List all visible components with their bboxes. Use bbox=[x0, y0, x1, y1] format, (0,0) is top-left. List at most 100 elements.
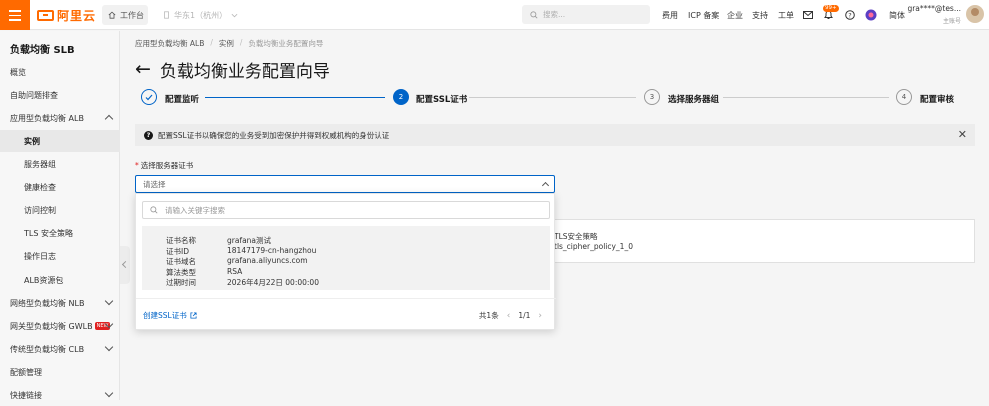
global-search-input[interactable]: 搜索... bbox=[522, 5, 650, 24]
breadcrumb-current: 负载均衡业务配置向导 bbox=[248, 39, 324, 48]
back-arrow-icon[interactable]: ← bbox=[135, 60, 151, 79]
close-icon[interactable]: ✕ bbox=[958, 128, 967, 141]
sidebar-item-instances[interactable]: 实例 bbox=[0, 130, 120, 152]
nav-support[interactable]: 支持 bbox=[752, 0, 768, 30]
notification-badge: 99+ bbox=[823, 5, 839, 12]
chevron-down-icon bbox=[231, 13, 238, 17]
nav-billing[interactable]: 费用 bbox=[662, 0, 678, 30]
menu-icon[interactable] bbox=[0, 0, 30, 30]
dropdown-search-input[interactable]: 请输入关键字搜索 bbox=[142, 201, 550, 219]
cert-select[interactable]: 请选择 bbox=[135, 175, 555, 193]
step-2-number: 2 bbox=[393, 89, 409, 105]
chevron-down-icon bbox=[104, 296, 114, 306]
sidebar-item-quota[interactable]: 配额管理 bbox=[0, 361, 120, 383]
sidebar-item-overview[interactable]: 概览 bbox=[0, 61, 120, 83]
step-connector bbox=[723, 97, 889, 98]
sidebar-item-alb-package[interactable]: ALB资源包 bbox=[0, 269, 120, 291]
user-role: 主账号 bbox=[942, 18, 961, 25]
sidebar-item-gwlb[interactable]: 网关型负载均衡 GWLB NEW bbox=[0, 315, 120, 337]
required-marker: * bbox=[135, 161, 139, 170]
cert-option[interactable]: 证书名称 grafana测试 证书ID 18147179-cn-hangzhou 证… bbox=[142, 226, 550, 290]
search-icon bbox=[530, 10, 538, 18]
location-icon bbox=[164, 11, 169, 19]
breadcrumb-separator: / bbox=[210, 38, 213, 47]
step-1-check-icon bbox=[141, 89, 157, 105]
wizard-steps: 配置监听 2 配置SSL证书 3 选择服务器组 4 配置审核 bbox=[141, 89, 955, 106]
tls-policy-value: tls_cipher_policy_1_0 bbox=[554, 242, 633, 251]
cert-dropdown: 请输入关键字搜索 证书名称 grafana测试 证书ID 18147179-cn-h… bbox=[135, 193, 556, 331]
help-icon[interactable]: ? bbox=[845, 0, 855, 30]
ai-assistant-icon[interactable] bbox=[865, 0, 877, 30]
logo-mark-icon bbox=[37, 9, 54, 21]
language-switch[interactable]: 简体 bbox=[889, 0, 905, 30]
cert-field-label: * 选择服务器证书 bbox=[135, 161, 194, 170]
breadcrumb-alb[interactable]: 应用型负载均衡 ALB bbox=[135, 38, 204, 49]
breadcrumb-instances[interactable]: 实例 bbox=[219, 38, 234, 49]
home-icon bbox=[108, 11, 116, 19]
sidebar-collapse-handle[interactable] bbox=[120, 246, 130, 284]
nav-icp[interactable]: ICP 备案 bbox=[688, 0, 719, 30]
step-4-number: 4 bbox=[896, 89, 912, 105]
page-indicator: 1/1 bbox=[518, 311, 531, 320]
user-menu[interactable]: gra****@tes... 主账号 bbox=[907, 4, 961, 25]
breadcrumb-separator: / bbox=[239, 38, 243, 47]
aliyun-logo[interactable]: 阿里云 bbox=[37, 7, 96, 23]
top-bar: 阿里云 工作台 华东1（杭州） 搜索... 费用 ICP 备案 企业 支持 工单… bbox=[0, 0, 989, 30]
sidebar-title: 负载均衡 SLB bbox=[10, 45, 75, 56]
dropdown-search-placeholder: 请输入关键字搜索 bbox=[165, 205, 225, 215]
step-4-label: 配置审核 bbox=[920, 95, 955, 105]
sidebar-item-health-check[interactable]: 健康检查 bbox=[0, 176, 120, 198]
external-link-icon bbox=[190, 312, 197, 319]
breadcrumb: 应用型负载均衡 ALB / 实例 / 负载均衡业务配置向导 bbox=[135, 38, 323, 49]
svg-text:?: ? bbox=[848, 11, 851, 19]
sidebar-item-nlb[interactable]: 网络型负载均衡 NLB bbox=[0, 292, 120, 314]
prev-page-icon[interactable]: ‹ bbox=[507, 311, 511, 321]
next-page-icon[interactable]: › bbox=[538, 311, 542, 321]
sidebar-item-tls-policy[interactable]: TLS 安全策略 bbox=[0, 222, 120, 244]
step-connector bbox=[469, 97, 636, 98]
nav-ticket[interactable]: 工单 bbox=[778, 0, 794, 30]
sidebar-item-self-troubleshoot[interactable]: 自助问题排查 bbox=[0, 84, 120, 106]
pagination: 共1条 ‹ 1/1 › bbox=[479, 310, 542, 321]
workbench-label: 工作台 bbox=[120, 10, 144, 20]
info-alert: ? 配置SSL证书以确保您的业务受到加密保护并得到权威机构的身份认证 ✕ bbox=[135, 124, 975, 146]
sidebar-item-clb[interactable]: 传统型负载均衡 CLB bbox=[0, 338, 120, 360]
cert-name-row: 证书名称 grafana测试 bbox=[166, 236, 272, 245]
alert-text: 配置SSL证书以确保您的业务受到加密保护并得到权威机构的身份认证 bbox=[158, 130, 390, 140]
step-2-label: 配置SSL证书 bbox=[416, 95, 468, 105]
cert-domain-row: 证书域名 grafana.aliyuncs.com bbox=[166, 256, 308, 266]
cert-select-placeholder: 请选择 bbox=[143, 179, 166, 189]
sidebar-item-operation-log[interactable]: 操作日志 bbox=[0, 245, 120, 267]
step-3-label: 选择服务器组 bbox=[668, 95, 720, 105]
search-icon bbox=[150, 206, 158, 214]
workbench-button[interactable]: 工作台 bbox=[102, 5, 148, 25]
user-name: gra****@tes... bbox=[907, 4, 961, 13]
total-count: 共1条 bbox=[478, 311, 499, 320]
mail-icon[interactable] bbox=[803, 0, 813, 30]
chevron-down-icon bbox=[104, 342, 114, 352]
step-1-label: 配置监听 bbox=[165, 95, 200, 105]
chevron-up-icon bbox=[541, 181, 550, 190]
step-3-number: 3 bbox=[644, 89, 660, 105]
sidebar-item-server-groups[interactable]: 服务器组 bbox=[0, 153, 120, 175]
avatar[interactable] bbox=[966, 5, 984, 23]
create-ssl-cert-link[interactable]: 创建SSL证书 bbox=[143, 310, 197, 321]
sidebar-item-alb[interactable]: 应用型负载均衡 ALB bbox=[0, 107, 120, 129]
dropdown-footer: 创建SSL证书 共1条 ‹ 1/1 › bbox=[136, 298, 556, 331]
search-placeholder: 搜索... bbox=[543, 10, 566, 19]
sidebar-item-access-control[interactable]: 访问控制 bbox=[0, 199, 120, 221]
sidebar-item-quick-links[interactable]: 快捷链接 bbox=[0, 384, 120, 406]
page-title: 负载均衡业务配置向导 bbox=[159, 62, 330, 82]
cert-expiry-row: 过期时间 2026年4月22日 00:00:00 bbox=[166, 278, 319, 287]
nav-enterprise[interactable]: 企业 bbox=[727, 0, 743, 30]
sidebar: 负载均衡 SLB 概览 自助问题排查 应用型负载均衡 ALB 实例 服务器组 健… bbox=[0, 31, 120, 400]
cert-id-row: 证书ID 18147179-cn-hangzhou bbox=[166, 245, 317, 256]
tls-policy-label: TLS安全策略 bbox=[554, 232, 598, 241]
chevron-down-icon bbox=[104, 388, 114, 398]
step-connector bbox=[205, 97, 385, 98]
page-header: ← 负载均衡业务配置向导 bbox=[135, 57, 330, 83]
region-label: 华东1（杭州） bbox=[173, 10, 228, 20]
cert-algorithm-row: 算法类型 RSA bbox=[166, 266, 243, 277]
region-selector[interactable]: 华东1（杭州） bbox=[158, 5, 238, 25]
chevron-up-icon bbox=[104, 114, 114, 124]
